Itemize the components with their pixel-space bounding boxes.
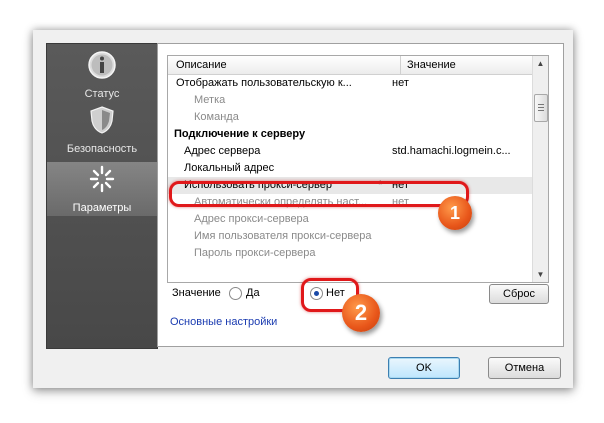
sidebar-item-label: Безопасность bbox=[66, 143, 138, 155]
radio-yes-label: Да bbox=[246, 287, 260, 299]
row-description: Метка bbox=[194, 94, 226, 106]
row-description: Команда bbox=[194, 111, 239, 123]
sidebar-item-label: Параметры bbox=[72, 202, 132, 214]
list-item[interactable]: Отображать пользовательскую к... нет bbox=[168, 75, 532, 92]
row-value: std.hamachi.logmein.c... bbox=[392, 145, 511, 157]
settings-list[interactable]: Описание Значение Отображать пользовател… bbox=[167, 55, 549, 283]
radio-yes[interactable] bbox=[229, 287, 242, 300]
sidebar-item-label: Статус bbox=[84, 88, 120, 100]
shield-icon bbox=[90, 106, 114, 134]
ok-button[interactable]: OK bbox=[388, 357, 460, 379]
row-description: Адрес сервера bbox=[184, 145, 261, 157]
sidebar-item-security[interactable]: Безопасность bbox=[47, 103, 157, 157]
row-description: Адрес прокси-сервера bbox=[194, 213, 309, 225]
row-description: Отображать пользовательскую к... bbox=[176, 77, 352, 89]
row-value: нет bbox=[392, 77, 409, 89]
sidebar-item-status[interactable]: Статус bbox=[47, 48, 157, 102]
list-item[interactable]: Локальный адрес bbox=[168, 160, 532, 177]
section-title: Подключение к серверу bbox=[174, 128, 306, 140]
scroll-down-icon[interactable]: ▼ bbox=[533, 267, 548, 282]
settings-dialog: Статус Безопасность Параметры Описание З… bbox=[33, 30, 573, 388]
row-description: Локальный адрес bbox=[184, 162, 275, 174]
list-header: Описание Значение bbox=[168, 56, 532, 75]
list-item[interactable]: Пароль прокси-сервера bbox=[168, 245, 532, 262]
step-badge-1: 1 bbox=[438, 196, 472, 230]
scroll-up-icon[interactable]: ▲ bbox=[533, 56, 548, 71]
sidebar: Статус Безопасность Параметры bbox=[46, 43, 158, 349]
row-description: Пароль прокси-сервера bbox=[194, 247, 316, 259]
list-section-header: Подключение к серверу bbox=[168, 126, 532, 143]
row-description: Имя пользователя прокси-сервера bbox=[194, 230, 372, 242]
settings-sparkle-icon bbox=[89, 165, 115, 193]
list-item[interactable]: Адрес сервера std.hamachi.logmein.c... bbox=[168, 143, 532, 160]
step-badge-2: 2 bbox=[342, 294, 380, 332]
info-icon bbox=[88, 51, 116, 79]
column-header-value[interactable]: Значение bbox=[400, 56, 456, 74]
highlight-callout-1 bbox=[169, 181, 469, 207]
list-item[interactable]: Команда bbox=[168, 109, 532, 126]
column-header-description[interactable]: Описание bbox=[176, 59, 227, 71]
list-item[interactable]: Метка bbox=[168, 92, 532, 109]
list-item[interactable]: Имя пользователя прокси-сервера bbox=[168, 228, 532, 245]
vertical-scrollbar[interactable]: ▲ ▼ bbox=[532, 56, 548, 282]
scrollbar-thumb[interactable] bbox=[534, 94, 548, 122]
value-label: Значение bbox=[172, 287, 221, 299]
sidebar-item-settings[interactable]: Параметры bbox=[47, 162, 157, 216]
basic-settings-link[interactable]: Основные настройки bbox=[170, 316, 277, 328]
reset-button[interactable]: Сброс bbox=[489, 284, 549, 304]
cancel-button[interactable]: Отмена bbox=[488, 357, 561, 379]
list-item[interactable]: Адрес прокси-сервера bbox=[168, 211, 532, 228]
